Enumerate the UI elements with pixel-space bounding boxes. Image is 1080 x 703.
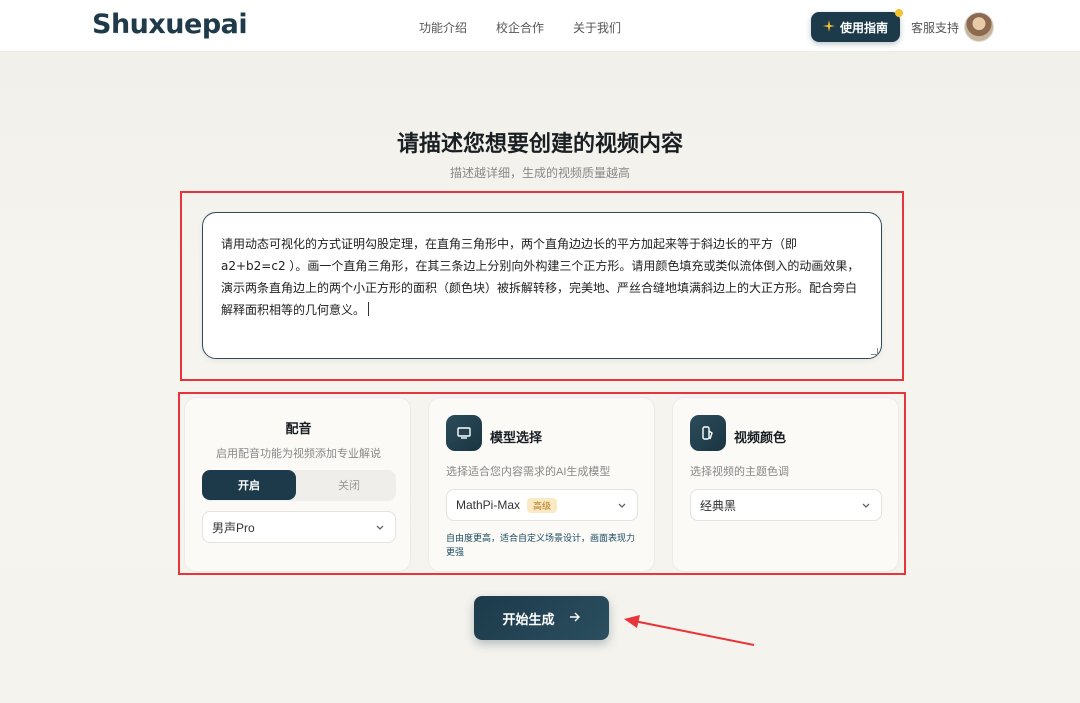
nav-partnership[interactable]: 校企合作 [496, 19, 544, 36]
model-card: 模型选择 选择适合您内容需求的AI生成模型 MathPi-Max 高级 自由度更… [428, 397, 655, 572]
page-subtitle: 描述越详细，生成的视频质量越高 [449, 166, 630, 180]
chevron-down-icon [861, 499, 871, 513]
resize-handle[interactable] [871, 348, 878, 355]
arrow-right-icon [569, 611, 581, 626]
voice-title: 配音 [285, 421, 312, 436]
model-select[interactable]: MathPi-Max 高级 [446, 489, 638, 521]
voice-select-value: 男声Pro [212, 520, 255, 535]
text-caret [368, 302, 370, 316]
monitor-icon [446, 415, 482, 451]
guide-button[interactable]: 使用指南 [811, 9, 903, 42]
avatar[interactable] [964, 12, 994, 42]
nav-about[interactable]: 关于我们 [573, 19, 621, 36]
model-title: 模型选择 [490, 430, 543, 445]
start-button-label: 开始生成 [502, 611, 555, 627]
model-select-value: MathPi-Max [456, 498, 521, 512]
voice-desc: 启用配音功能为视频添加专业解说 [216, 448, 381, 460]
prompt-text: 请用动态可视化的方式证明勾股定理，在直角三角形中，两个直角边边长的平方加起来等于… [221, 237, 860, 317]
voice-card: 配音 启用配音功能为视频添加专业解说 开启 关闭 男声Pro [184, 397, 411, 572]
annotation-arrow [624, 615, 755, 646]
guide-button-label: 使用指南 [839, 20, 888, 35]
color-card: 视频颜色 选择视频的主题色调 经典黑 [672, 397, 899, 572]
color-select-value: 经典黑 [700, 498, 737, 513]
color-desc: 选择视频的主题色调 [690, 466, 789, 478]
logo[interactable]: Shuxuepai [92, 9, 248, 40]
voice-toggle: 开启 关闭 [202, 470, 396, 501]
model-desc: 选择适合您内容需求的AI生成模型 [446, 466, 611, 478]
voice-off-button[interactable]: 关闭 [302, 470, 396, 500]
sparkle-icon [822, 19, 835, 35]
support-link[interactable]: 客服支持 [911, 19, 959, 36]
start-generate-button[interactable]: 开始生成 [474, 596, 609, 640]
notification-dot [895, 9, 903, 17]
nav-features[interactable]: 功能介绍 [419, 19, 467, 36]
voice-select[interactable]: 男声Pro [202, 511, 396, 543]
top-header: Shuxuepai 功能介绍 校企合作 关于我们 使用指南 客服支持 [0, 0, 1080, 52]
model-tier-badge: 高级 [527, 497, 558, 513]
page-title: 请描述您想要创建的视频内容 [396, 131, 683, 156]
chevron-down-icon [375, 521, 385, 535]
color-select[interactable]: 经典黑 [690, 489, 882, 521]
voice-on-button[interactable]: 开启 [202, 470, 296, 500]
model-note: 自由度更高，适合自定义场景设计，画面表现力更强 [446, 533, 636, 557]
prompt-textarea[interactable]: 请用动态可视化的方式证明勾股定理，在直角三角形中，两个直角边边长的平方加起来等于… [202, 212, 882, 359]
chevron-down-icon [617, 499, 627, 513]
main-nav: 功能介绍 校企合作 关于我们 [419, 19, 621, 36]
color-title: 视频颜色 [734, 430, 787, 445]
palette-icon [690, 415, 726, 451]
